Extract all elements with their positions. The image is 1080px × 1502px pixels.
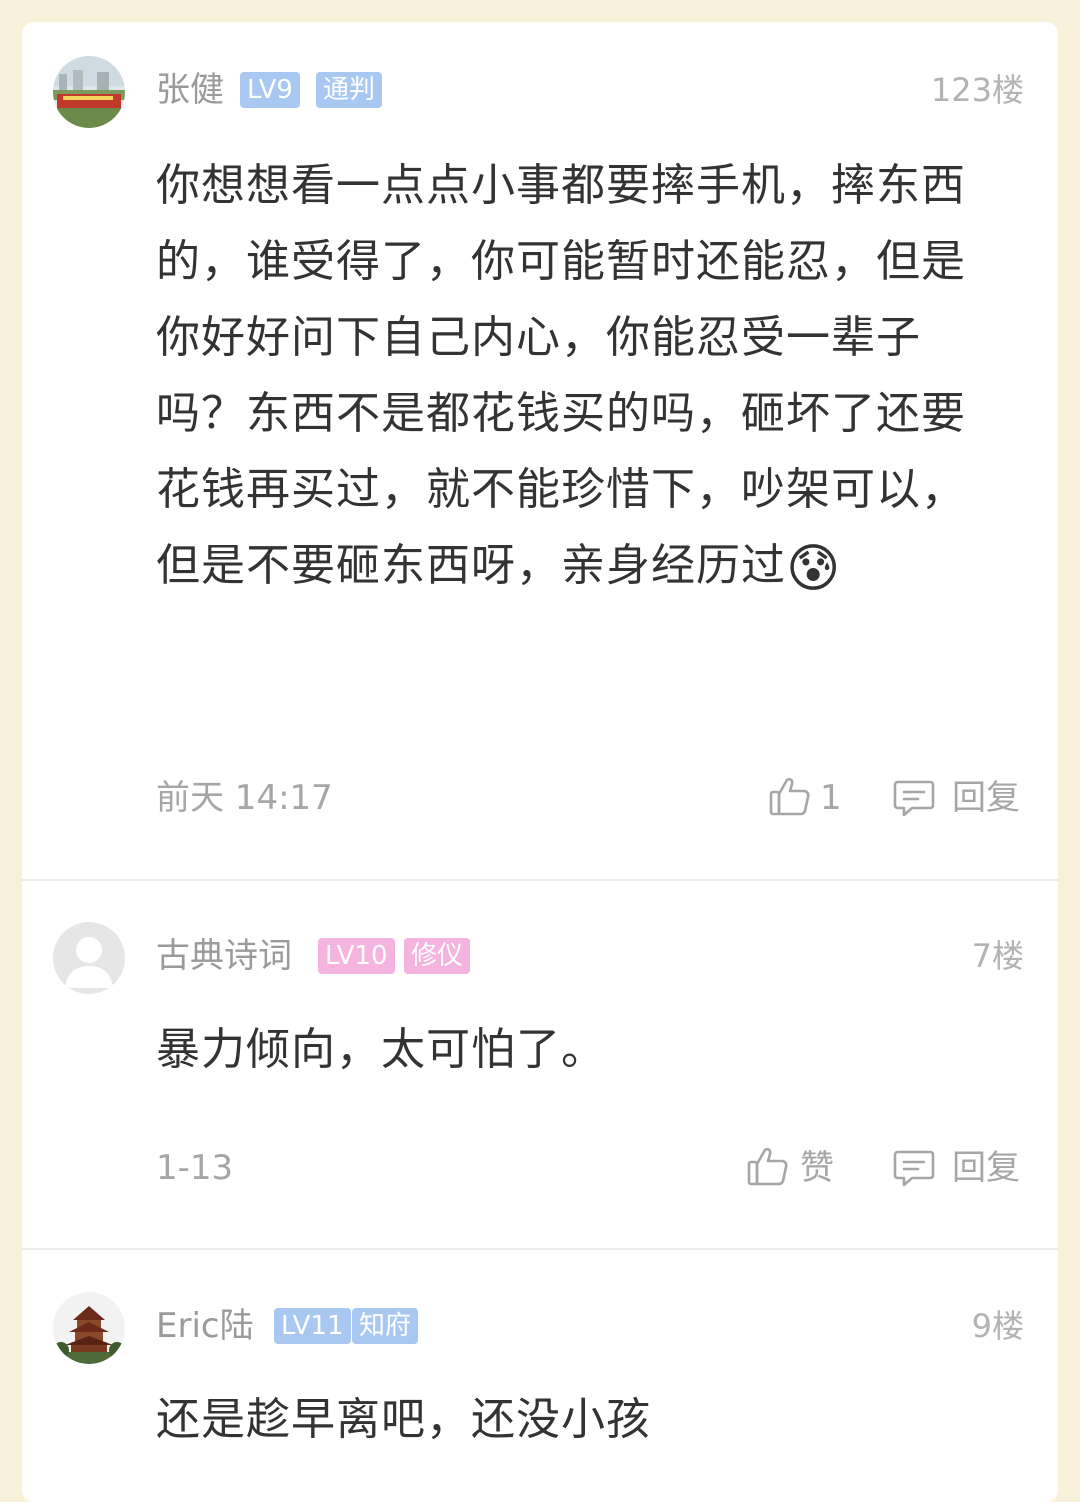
title-badge: 通判 <box>316 72 383 108</box>
floor-number: 9楼 <box>971 1307 1024 1345</box>
username[interactable]: Eric陆 <box>156 1306 254 1346</box>
floor-number: 123楼 <box>930 71 1024 109</box>
avatar[interactable] <box>53 922 125 994</box>
reply-button[interactable]: 回复 <box>952 1148 1020 1188</box>
username[interactable]: 古典诗词 <box>156 936 292 976</box>
comment-icon[interactable] <box>892 776 936 820</box>
comment-icon[interactable] <box>892 1146 936 1190</box>
like-button[interactable]: 赞 <box>800 1148 834 1188</box>
username[interactable]: 张健 <box>156 70 224 110</box>
divider <box>22 879 1058 881</box>
avatar[interactable] <box>53 1292 125 1364</box>
comment-text: 你想想看一点点小事都要摔手机，摔东西的，谁受得了，你可能暂时还能忍，但是你好好问… <box>156 148 996 607</box>
comment-body: 你想想看一点点小事都要摔手机，摔东西的，谁受得了，你可能暂时还能忍，但是你好好问… <box>156 160 966 591</box>
comment-text: 还是趁早离吧，还没小孩 <box>156 1394 651 1445</box>
level-badge: LV9 <box>240 72 300 108</box>
thumbs-up-icon[interactable] <box>746 1144 790 1188</box>
comment-card: 张健 LV9 通判 123楼 你想想看一点点小事都要摔手机，摔东西的，谁受得了，… <box>22 22 1058 1502</box>
level-badge: LV10 <box>318 938 395 974</box>
floor-number: 7楼 <box>971 937 1024 975</box>
thumbs-up-icon[interactable] <box>768 774 812 818</box>
timestamp: 1-13 <box>156 1148 234 1188</box>
timestamp: 前天 14:17 <box>156 778 333 818</box>
anxious-face-emoji: 😰 <box>786 539 842 599</box>
title-badge: 修仪 <box>404 938 471 974</box>
title-badge: 知府 <box>352 1308 419 1344</box>
comment-text: 暴力倾向，太可怕了。 <box>156 1024 606 1075</box>
reply-button[interactable]: 回复 <box>952 778 1020 818</box>
avatar[interactable] <box>53 56 125 128</box>
divider <box>22 1248 1058 1250</box>
like-count[interactable]: 1 <box>820 778 842 818</box>
level-badge: LV11 <box>274 1308 351 1344</box>
